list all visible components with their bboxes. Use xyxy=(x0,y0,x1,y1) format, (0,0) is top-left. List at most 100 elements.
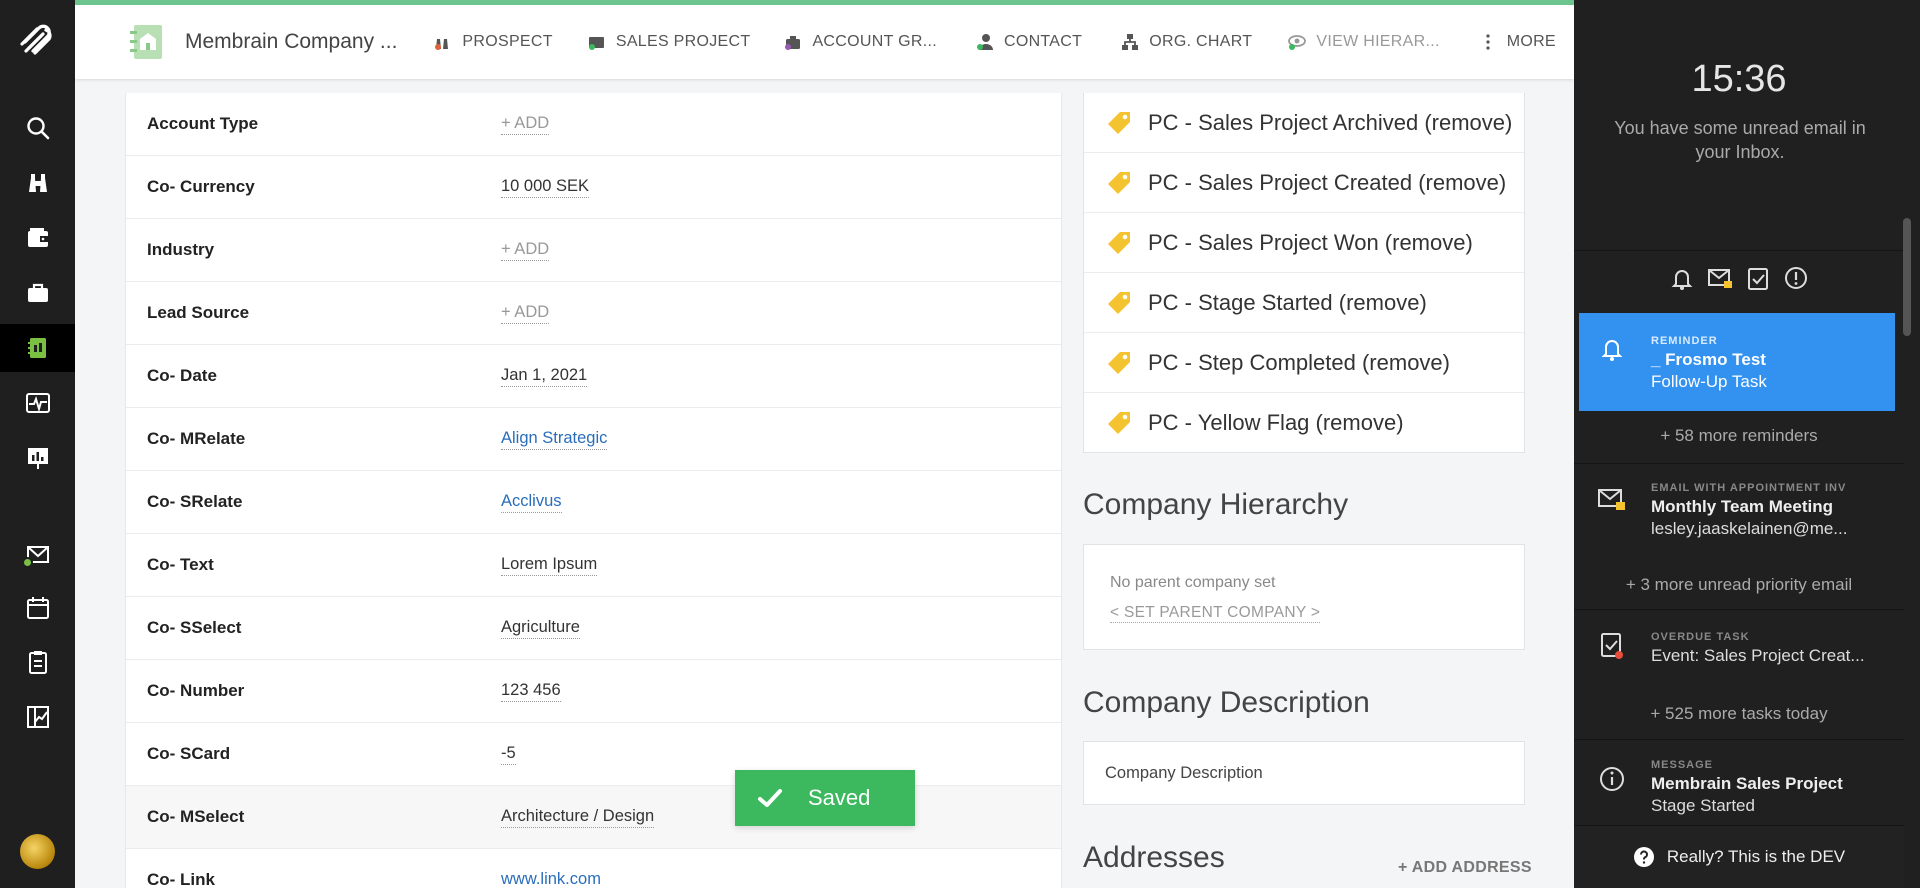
field-row-lead-source: Lead Source + ADD xyxy=(126,282,1061,345)
field-label: Co- MRelate xyxy=(147,429,246,448)
companies-nav-item[interactable] xyxy=(0,324,75,372)
company-description-title: Company Description xyxy=(1083,686,1370,719)
tab-org-chart[interactable]: ORG. CHART xyxy=(1120,32,1252,52)
search-nav-item[interactable] xyxy=(0,104,75,152)
tab-view-hierarchy[interactable]: VIEW HIERAR... xyxy=(1287,32,1439,52)
reminder-notification[interactable]: REMINDER _ Frosmo Test Follow-Up Task xyxy=(1579,313,1895,411)
tag-item[interactable]: PC - Stage Started (remove) xyxy=(1084,273,1524,333)
tab-more[interactable]: MORE xyxy=(1478,32,1556,52)
clipboard-icon xyxy=(28,651,47,674)
tag-label: PC - Sales Project Archived (remove) xyxy=(1148,109,1513,135)
org-chart-icon xyxy=(1122,34,1139,50)
more-tasks-link[interactable]: + 525 more tasks today xyxy=(1574,704,1904,724)
tag-item[interactable]: PC - Yellow Flag (remove) xyxy=(1084,393,1524,453)
tag-item[interactable]: PC - Sales Project Won (remove) xyxy=(1084,213,1524,273)
field-label: Account Type xyxy=(147,114,259,133)
tag-item[interactable]: PC - Step Completed (remove) xyxy=(1084,333,1524,393)
field-value[interactable]: Lorem Ipsum xyxy=(501,555,598,576)
sales-projects-nav-item[interactable] xyxy=(0,214,75,262)
company-title[interactable]: Membrain Company ... xyxy=(185,30,397,54)
notification-filters xyxy=(1574,250,1904,305)
dashboard-nav-item[interactable] xyxy=(0,693,75,741)
mail-lock-filter-icon[interactable] xyxy=(1706,264,1734,292)
pulse-icon xyxy=(25,393,50,413)
more-email-link[interactable]: + 3 more unread priority email xyxy=(1574,575,1904,595)
user-avatar[interactable] xyxy=(20,834,55,869)
company-header-bar: Membrain Company ... PROSPECT SALES PROJ… xyxy=(75,0,1574,79)
more-vertical-icon xyxy=(1486,34,1490,50)
calendar-nav-item[interactable] xyxy=(0,584,75,632)
overdue-task-icon xyxy=(1601,633,1623,659)
field-row-srelate: Co- SRelate Acclivus xyxy=(126,471,1061,534)
tags-list: PC - Sales Project Archived (remove) PC … xyxy=(1083,93,1525,453)
address-book-icon xyxy=(27,338,46,358)
field-row-number: Co- Number 123 456 xyxy=(126,660,1061,723)
accounts-nav-item[interactable] xyxy=(0,269,75,317)
field-value[interactable]: Jan 1, 2021 xyxy=(501,366,588,387)
tag-label: PC - Sales Project Won (remove) xyxy=(1148,229,1473,255)
add-address-button[interactable]: + ADD ADDRESS xyxy=(1398,859,1532,877)
task-notification[interactable]: OVERDUE TASK Event: Sales Project Creat.… xyxy=(1579,610,1895,690)
wallet-icon xyxy=(27,228,48,247)
tab-more-label: MORE xyxy=(1506,33,1556,50)
field-link[interactable]: www.link.com xyxy=(501,870,601,888)
search-icon xyxy=(26,117,49,140)
field-value[interactable]: Architecture / Design xyxy=(501,807,655,828)
email-notification[interactable]: EMAIL WITH APPOINTMENT INV Monthly Team … xyxy=(1579,464,1895,569)
field-value[interactable]: -5 xyxy=(501,744,516,765)
checkmark-icon xyxy=(758,789,782,807)
tab-org-chart-label: ORG. CHART xyxy=(1149,33,1253,50)
field-value[interactable]: 10 000 SEK xyxy=(501,177,590,198)
add-value-button[interactable]: + ADD xyxy=(501,303,550,324)
prospect-icon xyxy=(435,39,449,50)
panel-scrollbar[interactable] xyxy=(1903,218,1911,336)
tasks-nav-item[interactable] xyxy=(0,638,75,686)
related-link[interactable]: Align Strategic xyxy=(501,429,608,450)
tag-label: PC - Step Completed (remove) xyxy=(1148,349,1450,375)
tag-item[interactable]: PC - Sales Project Created (remove) xyxy=(1084,153,1524,213)
field-row-link: Co- Link www.link.com xyxy=(126,849,1061,888)
reports-nav-item[interactable] xyxy=(0,434,75,482)
field-value[interactable]: 123 456 xyxy=(501,681,561,702)
dev-environment-banner[interactable]: Really? This is the DEV xyxy=(1574,825,1904,888)
field-label: Co- Number xyxy=(147,681,245,700)
more-reminders-link[interactable]: + 58 more reminders xyxy=(1574,426,1904,446)
notification-category: REMINDER xyxy=(1651,335,1718,347)
tab-account-group[interactable]: ACCOUNT GR... xyxy=(783,32,937,52)
tag-icon xyxy=(1108,171,1130,194)
inbox-nav-item[interactable] xyxy=(0,530,75,578)
info-filter-icon[interactable] xyxy=(1782,264,1810,292)
addresses-title: Addresses xyxy=(1083,841,1225,874)
notification-title: _ Frosmo Test xyxy=(1651,350,1766,369)
field-row-industry: Industry + ADD xyxy=(126,219,1061,282)
add-value-button[interactable]: + ADD xyxy=(501,240,550,261)
set-parent-company-link[interactable]: < SET PARENT COMPANY > xyxy=(1110,604,1321,623)
message-notification[interactable]: MESSAGE Membrain Sales Project Stage Sta… xyxy=(1579,740,1895,825)
tab-sales-project[interactable]: SALES PROJECT xyxy=(587,32,751,52)
tab-account-group-label: ACCOUNT GR... xyxy=(812,33,937,50)
field-value[interactable]: Agriculture xyxy=(501,618,580,639)
activity-nav-item[interactable] xyxy=(0,379,75,427)
contact-icon xyxy=(976,34,993,50)
help-icon xyxy=(1633,847,1654,867)
grid-chart-icon xyxy=(26,706,49,728)
company-fields-table: Account Type + ADD Co- Currency 10 000 SEK… xyxy=(125,93,1062,888)
tab-contact-label: CONTACT xyxy=(1003,33,1083,50)
membrain-logo-icon[interactable] xyxy=(17,20,57,60)
related-link[interactable]: Acclivus xyxy=(501,492,562,513)
saved-toast: Saved xyxy=(735,770,915,826)
add-value-button[interactable]: + ADD xyxy=(501,114,550,135)
tab-prospect[interactable]: PROSPECT xyxy=(433,32,553,52)
tab-contact[interactable]: CONTACT xyxy=(975,32,1082,52)
notification-subtitle: Stage Started xyxy=(1651,796,1755,815)
tag-item[interactable]: PC - Sales Project Archived (remove) xyxy=(1084,93,1524,153)
bell-filter-icon[interactable] xyxy=(1668,264,1696,292)
tag-label: PC - Stage Started (remove) xyxy=(1148,289,1427,315)
company-hierarchy-title: Company Hierarchy xyxy=(1083,488,1349,521)
prospecting-nav-item[interactable] xyxy=(0,159,75,207)
task-filter-icon[interactable] xyxy=(1744,264,1772,292)
field-label: Co- Link xyxy=(147,870,215,888)
field-label: Co- SSelect xyxy=(147,618,242,637)
company-description-field[interactable]: Company Description xyxy=(1083,741,1525,805)
tab-prospect-label: PROSPECT xyxy=(462,33,553,50)
